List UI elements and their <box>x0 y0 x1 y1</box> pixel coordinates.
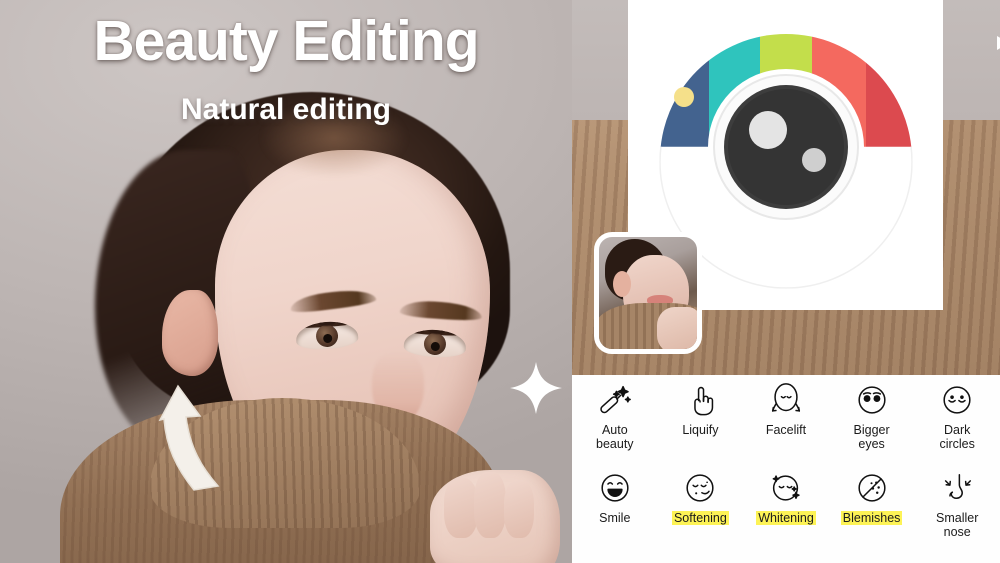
tool-liquify[interactable]: Liquify <box>658 381 744 465</box>
face-oval-arrows-icon <box>771 383 801 412</box>
tool-label: Softening <box>671 511 729 525</box>
tool-label: Smaller nose <box>936 511 979 539</box>
tool-bigger-eyes[interactable]: Bigger eyes <box>829 381 915 465</box>
magic-wand-sparkle-icon <box>600 385 631 414</box>
tool-smile[interactable]: Smile <box>572 469 658 553</box>
tool-label: Smile <box>599 511 631 525</box>
smiling-face-icon <box>601 474 629 502</box>
portrait-ear <box>162 290 218 376</box>
tool-label: Dark circles <box>939 423 975 451</box>
tool-whitening[interactable]: Whitening <box>743 469 829 553</box>
tool-label: Whitening <box>756 511 816 525</box>
tool-auto-beauty[interactable]: Auto beauty <box>572 381 658 465</box>
promo-portrait-panel: Beauty Editing Natural editing <box>0 0 572 563</box>
tool-label: Liquify <box>682 423 719 437</box>
big-eyes-face-icon <box>858 386 886 414</box>
screenshot-root: Beauty Editing Natural editing Auto beau… <box>0 0 1000 563</box>
blemishes-circle-icon <box>858 474 886 502</box>
tool-softening[interactable]: Softening <box>658 469 744 553</box>
softening-face-icon <box>686 474 714 502</box>
tool-blemishes[interactable]: Blemishes <box>829 469 915 553</box>
tool-label: Auto beauty <box>596 423 634 451</box>
promo-headline: Beauty Editing <box>93 9 479 73</box>
beauty-tools-panel: Auto beauty Liquify Facelift Bigger eyes… <box>572 375 1000 563</box>
tool-label: Blemishes <box>840 511 903 525</box>
tool-label: Bigger eyes <box>853 423 890 451</box>
tool-smaller-nose[interactable]: Smaller nose <box>914 469 1000 553</box>
tool-label: Facelift <box>765 423 807 437</box>
pointing-hand-icon <box>694 386 714 416</box>
logo-flash-dot <box>674 87 694 107</box>
promo-subheadline: Natural editing <box>180 93 391 126</box>
photo-thumbnail[interactable] <box>594 232 702 354</box>
sparkle-star-icon <box>510 362 562 414</box>
tool-facelift[interactable]: Facelift <box>743 381 829 465</box>
whitening-face-sparkle-icon <box>772 475 800 501</box>
dark-circles-face-icon <box>943 386 971 414</box>
nose-arrows-icon <box>945 473 972 500</box>
beauty-tools-grid: Auto beauty Liquify Facelift Bigger eyes… <box>572 381 1000 553</box>
portrait-hand <box>430 470 560 563</box>
tool-dark-circles[interactable]: Dark circles <box>914 381 1000 465</box>
curved-up-arrow-icon <box>158 384 220 491</box>
